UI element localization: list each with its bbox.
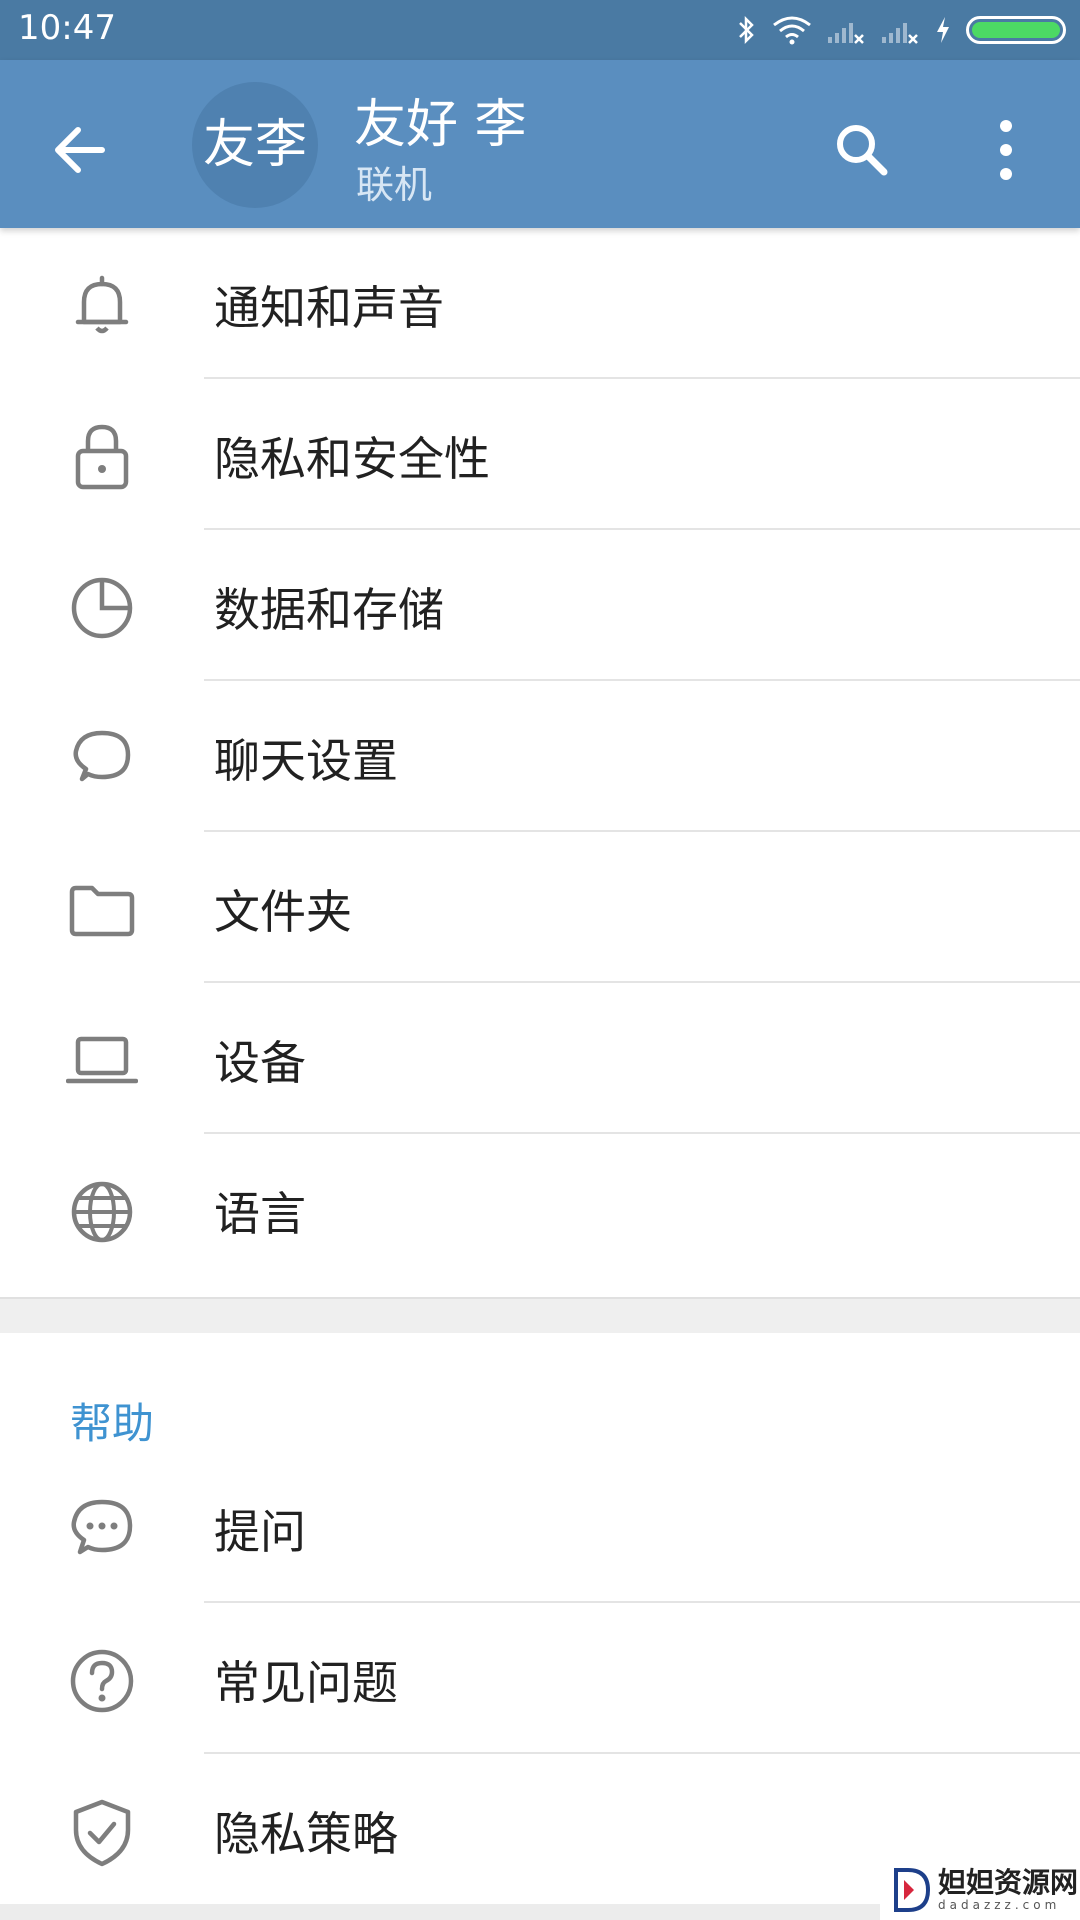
settings-item-chat[interactable]: 聊天设置 [0,681,1080,832]
settings-item-label: 数据和存储 [214,583,444,637]
chat-dots-icon [71,1499,133,1555]
settings-item-language[interactable]: 语言 [0,1134,1080,1285]
help-item-ask[interactable]: 提问 [0,1452,1080,1603]
status-icons [736,10,1066,50]
settings-item-folders[interactable]: 文件夹 [0,832,1080,983]
watermark-sub: dadazzz.com [938,1898,1061,1912]
settings-item-label: 文件夹 [214,885,352,939]
watermark: 妲妲资源网 dadazzz.com [880,1860,1080,1920]
status-bar: 10:47 [0,0,1080,60]
bluetooth-icon [739,15,754,45]
battery-icon [966,16,1066,44]
watermark-logo-icon [894,1868,931,1912]
settings-item-privacy[interactable]: 隐私和安全性 [0,379,1080,530]
globe-icon [71,1181,133,1243]
help-section-header: 帮助 [70,1399,155,1448]
avatar[interactable]: 友李 [192,82,318,208]
settings-item-notifications[interactable]: 通知和声音 [0,228,1080,379]
more-vert-icon[interactable] [986,110,1026,190]
settings-item-label: 隐私和安全性 [214,432,490,486]
help-list: 提问 常见问题 隐私策略 [0,1452,1080,1905]
shield-check-icon [73,1799,131,1867]
app-bar: 友李 友好 李 联机 [0,60,1080,228]
online-status: 联机 [356,163,433,207]
status-time: 10:47 [18,8,116,48]
help-item-label: 隐私策略 [214,1807,398,1861]
signal-icon [882,23,918,44]
search-icon[interactable] [822,110,902,190]
settings-item-label: 通知和声音 [214,281,444,335]
watermark-text: 妲妲资源网 [938,1866,1079,1899]
wifi-icon [773,16,811,45]
help-item-faq[interactable]: 常见问题 [0,1603,1080,1754]
signal-icon [828,23,864,44]
settings-item-label: 设备 [214,1036,306,1090]
question-icon [70,1649,134,1713]
settings-item-devices[interactable]: 设备 [0,983,1080,1134]
back-arrow-icon[interactable] [44,110,124,190]
charging-icon [937,17,949,43]
section-separator [0,1297,1080,1333]
chat-bubble-icon [73,730,131,782]
settings-item-data[interactable]: 数据和存储 [0,530,1080,681]
settings-item-label: 语言 [214,1187,306,1241]
lock-icon [75,424,129,490]
bell-icon [75,275,129,334]
settings-item-label: 聊天设置 [214,734,398,788]
pie-chart-icon [71,577,133,639]
laptop-icon [66,1036,138,1084]
folder-icon [69,885,135,937]
help-item-label: 提问 [214,1505,306,1559]
settings-list: 通知和声音 隐私和安全性 数据和存储 聊天设置 文件夹 设备 语言 [0,228,1080,1285]
chat-title[interactable]: 友好 李 [354,82,527,157]
help-item-label: 常见问题 [214,1656,398,1710]
